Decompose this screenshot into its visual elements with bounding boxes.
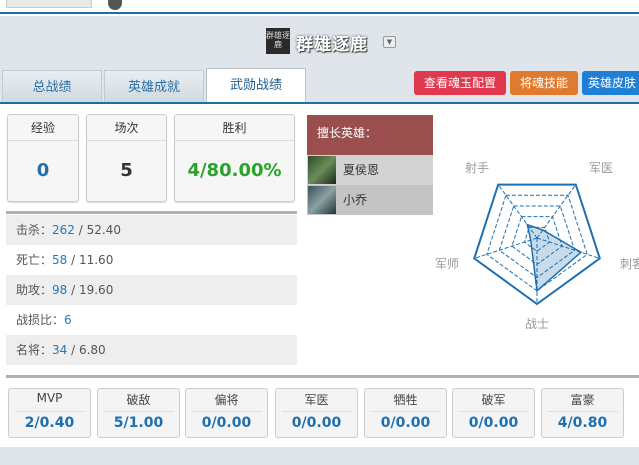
top-bar (0, 0, 639, 14)
hero-skin-button[interactable]: 英雄皮肤 (582, 71, 639, 95)
detail-value: 6 (64, 313, 72, 327)
bottom-stat-box: 军医 0/0.00 (275, 388, 358, 438)
stat-label: 经验 (8, 115, 78, 141)
hero-avatar (308, 186, 336, 214)
detail-famous-general: 名将：34 / 6.80 (6, 335, 297, 365)
radar-label: 军医 (589, 161, 613, 175)
detail-average: / 52.40 (74, 223, 121, 237)
radar-chart: 射手 军医刺客战士 军师 (435, 160, 639, 331)
footer (0, 447, 639, 465)
bottom-stat-label: 牺牲 (393, 393, 418, 407)
header: 群雄逐鹿 群雄逐鹿 ▼ (0, 16, 639, 64)
radar-label: 射手 (465, 160, 489, 175)
stat-matches: 场次 5 (86, 114, 167, 202)
stat-value: 4/80.00% (187, 160, 282, 181)
tab-hero-achievement[interactable]: 英雄成就 (104, 70, 204, 104)
game-title: 群雄逐鹿 (296, 35, 368, 55)
bottom-stat-value: 0/0.00 (201, 415, 252, 431)
bottom-stat-label: 破军 (481, 393, 506, 407)
tab-bar: 总战绩 英雄成就 武勋战绩 查看魂玉配置 将魂技能 英雄皮肤 (0, 64, 639, 104)
detail-value: 34 (52, 343, 68, 357)
detail-kd-ratio: 战损比：6 (6, 305, 297, 335)
hero-name: 夏侯恩 (343, 163, 380, 177)
radar-axis (474, 237, 538, 259)
shield-icon (108, 0, 122, 10)
radar-label: 战士 (525, 317, 549, 331)
chevron-down-icon[interactable]: ▼ (383, 36, 396, 48)
detail-value: 262 (52, 223, 75, 237)
tab-total-record[interactable]: 总战绩 (2, 70, 102, 104)
detail-label: 死亡： (16, 253, 53, 267)
detail-kills: 击杀：262 / 52.40 (6, 215, 297, 245)
hero-avatar (308, 156, 336, 184)
detail-deaths: 死亡：58 / 11.60 (6, 245, 297, 275)
divider (6, 211, 297, 214)
bottom-stat-label: 富豪 (570, 393, 595, 407)
stat-experience: 经验 0 (7, 114, 79, 202)
best-heroes-panel: 擅长英雄： 夏侯恩 小乔 (307, 115, 433, 215)
bottom-stat-box: 偏将 0/0.00 (185, 388, 268, 438)
bottom-stat-label: MVP (36, 391, 63, 405)
stat-wins: 胜利 4/80.00% (174, 114, 295, 202)
bottom-stat-box: MVP 2/0.40 (8, 388, 91, 438)
divider (282, 411, 352, 412)
bottom-stat-box: 破军 0/0.00 (452, 388, 535, 438)
radar-value-area (526, 223, 583, 293)
divider (192, 411, 262, 412)
hero-item[interactable]: 夏侯恩 (307, 155, 433, 185)
bottom-stat-box: 破敌 5/1.00 (97, 388, 180, 438)
divider (6, 375, 639, 378)
page: 群雄逐鹿 群雄逐鹿 ▼ 总战绩 英雄成就 武勋战绩 查看魂玉配置 将魂技能 英雄… (0, 0, 639, 465)
detail-average: / 11.60 (67, 253, 114, 267)
bottom-stat-value: 4/0.80 (557, 415, 608, 431)
tab-merit-record[interactable]: 武勋战绩 (206, 68, 306, 104)
stat-label: 胜利 (175, 115, 294, 141)
detail-label: 击杀： (16, 223, 53, 237)
bottom-stat-label: 军医 (304, 393, 329, 407)
divider (15, 411, 85, 412)
top-search-box[interactable] (6, 0, 92, 8)
bottom-stat-box: 牺牲 0/0.00 (364, 388, 447, 438)
view-soul-jade-button[interactable]: 查看魂玉配置 (414, 71, 506, 95)
bottom-stat-label: 偏将 (214, 393, 239, 407)
soul-skill-button[interactable]: 将魂技能 (510, 71, 578, 95)
best-heroes-header: 擅长英雄： (307, 115, 433, 155)
tab-underline (0, 102, 639, 104)
bottom-stat-value: 5/1.00 (113, 415, 164, 431)
bottom-stat-value: 0/0.00 (291, 415, 342, 431)
detail-average: / 6.80 (67, 343, 106, 357)
stat-value: 0 (36, 160, 50, 181)
detail-value: 58 (52, 253, 68, 267)
detail-value: 98 (52, 283, 68, 297)
hero-name: 小乔 (343, 193, 368, 207)
radar-label: 刺客 (620, 256, 639, 271)
bottom-stat-box: 富豪 4/0.80 (541, 388, 624, 438)
bottom-stat-value: 0/0.00 (468, 415, 519, 431)
stat-label: 场次 (87, 115, 166, 141)
hero-item[interactable]: 小乔 (307, 185, 433, 215)
detail-assists: 助攻：98 / 19.60 (6, 275, 297, 305)
bottom-stat-value: 0/0.00 (380, 415, 431, 431)
detail-average: / 19.60 (67, 283, 114, 297)
divider (459, 411, 529, 412)
divider (371, 411, 441, 412)
stat-value: 5 (120, 160, 133, 181)
bottom-stat-label: 破敌 (126, 393, 151, 407)
divider (548, 411, 618, 412)
detail-label: 名将： (16, 343, 53, 357)
divider (104, 411, 174, 412)
detail-label: 助攻： (16, 283, 53, 297)
bottom-stat-value: 2/0.40 (24, 415, 75, 431)
game-logo: 群雄逐鹿 (266, 28, 290, 54)
radar-label: 军师 (435, 257, 459, 271)
detail-label: 战损比： (16, 313, 65, 327)
